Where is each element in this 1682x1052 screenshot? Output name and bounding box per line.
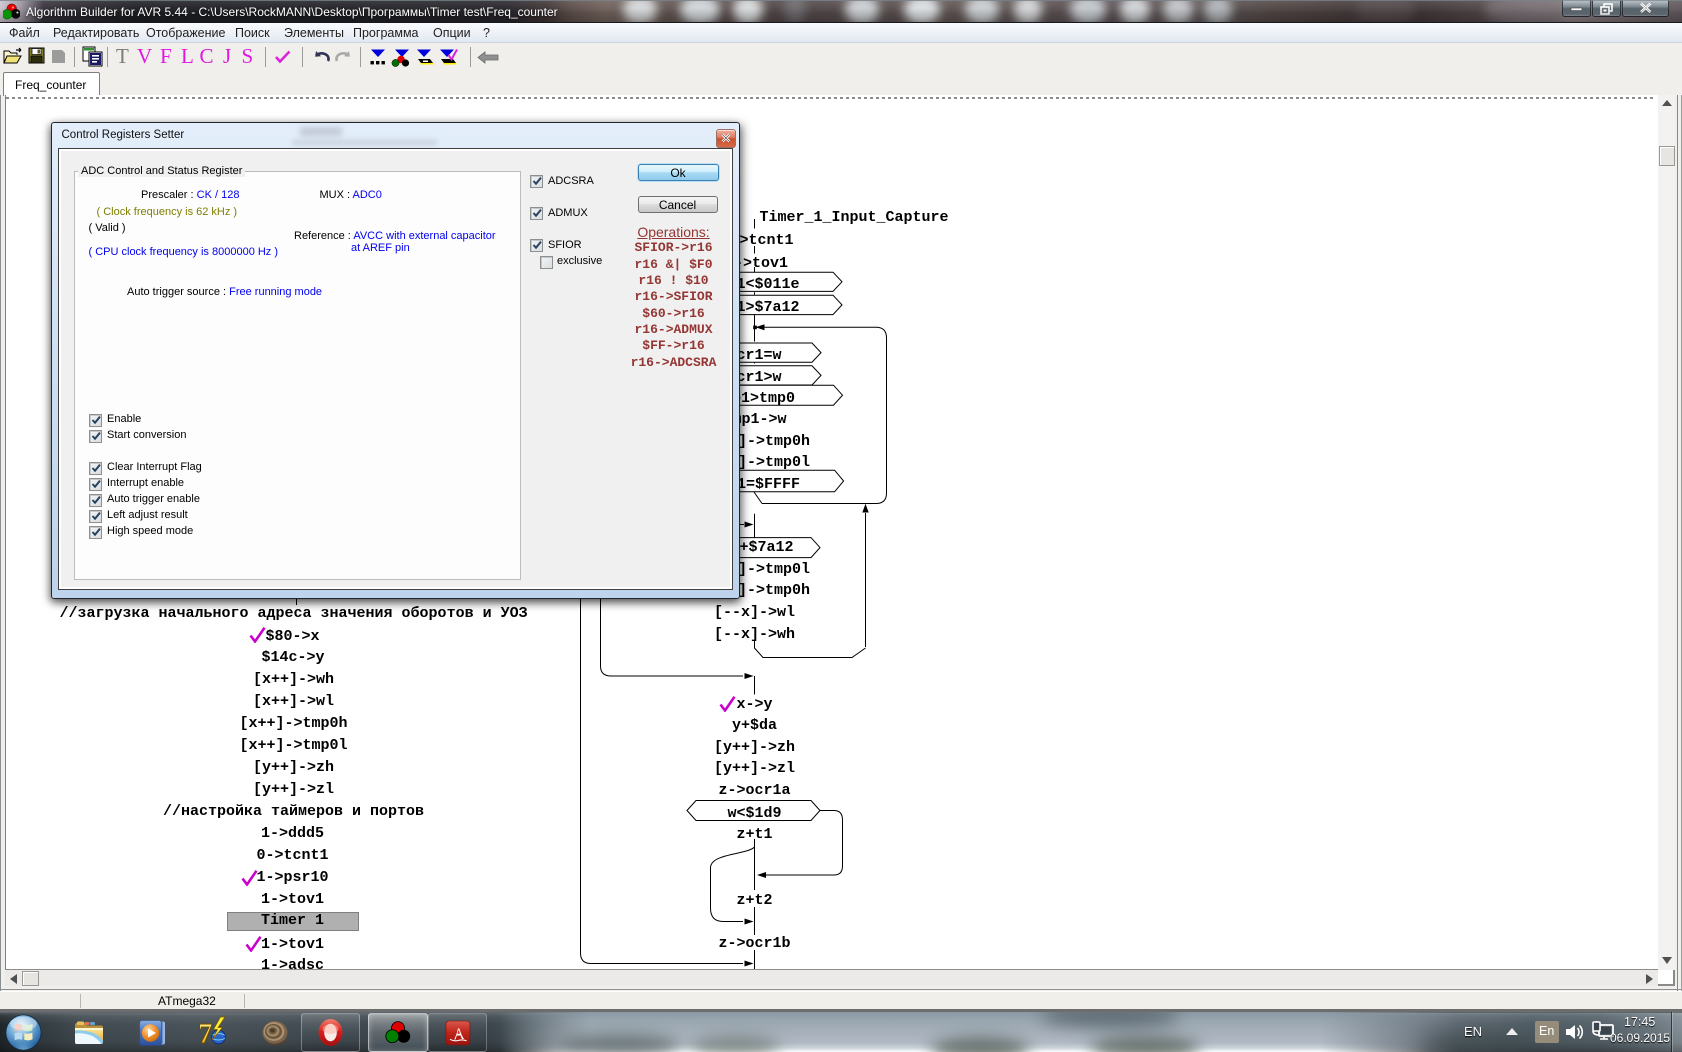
svg-text:7: 7 <box>198 1018 213 1048</box>
